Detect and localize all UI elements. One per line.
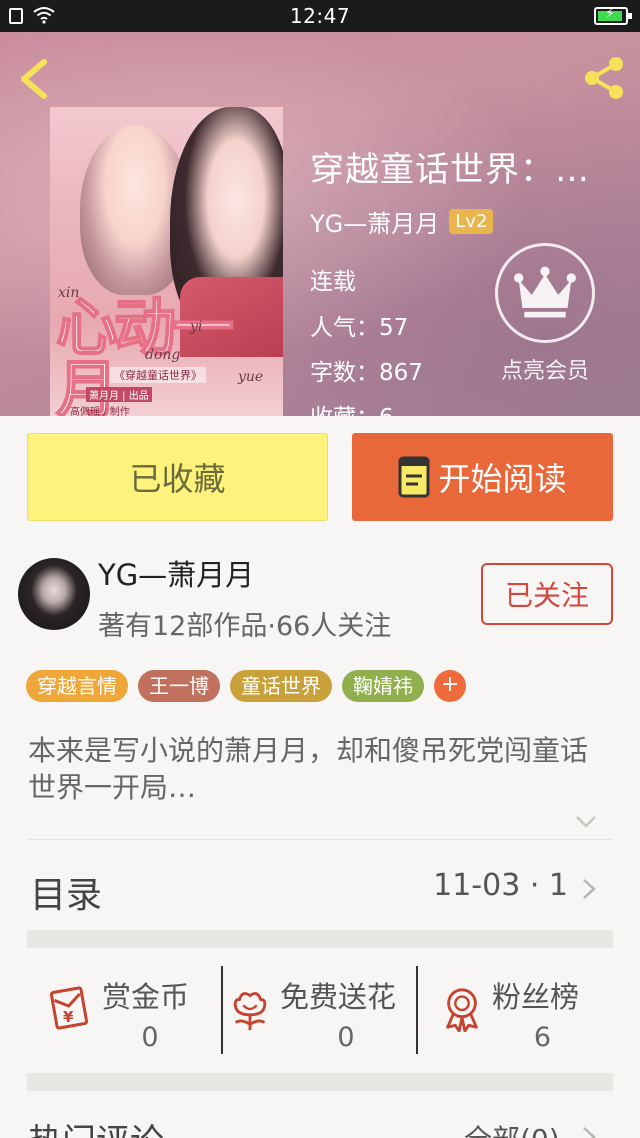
book-summary[interactable]: 本来是写小说的萧月月，却和傻吊死党闯童话世界一开局…	[28, 732, 608, 806]
reward-coins-label: 赏金币	[102, 980, 190, 1014]
hero-author-row: YG—萧月月 Lv2	[310, 204, 494, 239]
book-title: 穿越童话世界：小吊鬼的日常	[310, 150, 620, 190]
share-icon[interactable]	[580, 54, 628, 102]
author-name[interactable]: YG—萧月月	[98, 552, 254, 594]
free-flowers-label: 免费送花	[280, 980, 397, 1014]
divider	[28, 839, 613, 840]
book-cover[interactable]: 心动一月 xin dong yi yue 《穿越童话世界》 萧月月 | 出品 高…	[50, 107, 283, 416]
fan-ranking-value: 6	[533, 1022, 552, 1053]
start-reading-button[interactable]: 开始阅读	[352, 433, 613, 521]
serial-status: 连载	[310, 269, 356, 295]
section-separator	[27, 1073, 613, 1091]
add-tag-button[interactable]: +	[434, 670, 466, 702]
chevron-right-icon[interactable]	[582, 878, 596, 900]
hot-comments-label: 热门评论	[28, 1114, 164, 1138]
status-bar: 12:47 ⚡	[0, 0, 640, 32]
free-flowers[interactable]: 免费送花 0	[224, 964, 416, 1054]
stat-separator	[221, 966, 223, 1054]
vip-label: 点亮会员	[500, 359, 589, 384]
chevron-down-icon[interactable]	[574, 812, 598, 832]
author-stats: 著有12部作品·66人关注	[98, 611, 392, 642]
collected-button[interactable]: 已收藏	[27, 433, 328, 521]
reward-coins-value: 0	[141, 1022, 159, 1053]
fan-ranking-label: 粉丝榜	[492, 980, 580, 1014]
start-reading-label: 开始阅读	[438, 460, 567, 498]
tag[interactable]: 鞠婧祎	[342, 670, 424, 702]
tag-list: 穿越言情 王一博 童话世界 鞠婧祎 +	[26, 670, 466, 702]
chevron-right-icon[interactable]	[582, 1126, 596, 1138]
all-comments-link[interactable]: 全部(0)	[464, 1118, 560, 1138]
author-avatar[interactable]	[18, 558, 90, 630]
vip-button[interactable]: 点亮会员	[490, 243, 600, 385]
tag[interactable]: 童话世界	[230, 670, 332, 702]
crown-icon	[513, 266, 577, 318]
toc-label[interactable]: 目录	[30, 866, 102, 918]
collected-label: 已收藏	[129, 460, 226, 498]
follow-label: 已关注	[504, 579, 589, 612]
back-arrow-icon[interactable]	[16, 58, 52, 100]
stat-separator	[416, 966, 418, 1054]
word-count: 字数：867	[310, 360, 423, 386]
tag[interactable]: 王一博	[138, 670, 220, 702]
level-badge: Lv2	[449, 209, 494, 234]
reward-coins[interactable]: ¥ 赏金币 0	[40, 964, 220, 1054]
book-icon	[398, 456, 430, 498]
clock: 12:47	[289, 4, 351, 28]
popularity-count: 人气：57	[310, 315, 409, 341]
fan-ranking[interactable]: 粉丝榜 6	[420, 964, 613, 1054]
hero-author-name[interactable]: YG—萧月月	[310, 204, 439, 239]
tag[interactable]: 穿越言情	[26, 670, 128, 702]
toc-latest-update[interactable]: 11-03 · 1	[433, 868, 568, 903]
follow-button[interactable]: 已关注	[481, 563, 613, 625]
section-separator	[27, 930, 613, 948]
favorites-count: 收藏：6	[310, 398, 394, 416]
free-flowers-value: 0	[337, 1022, 355, 1053]
battery-icon: ⚡	[594, 6, 632, 25]
